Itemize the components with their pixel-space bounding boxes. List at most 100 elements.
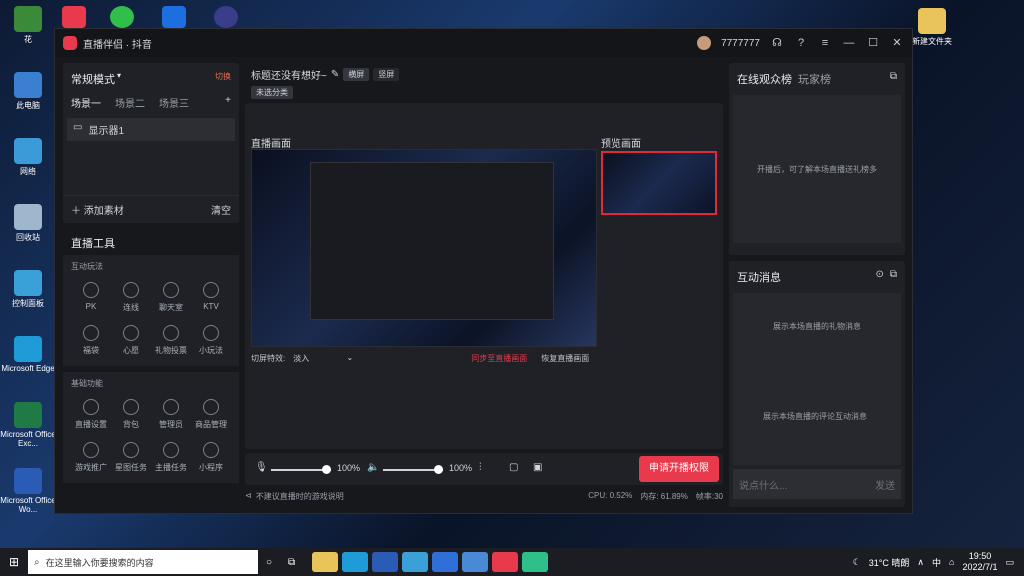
tool-label: 星图任务: [115, 463, 147, 472]
ime-indicator[interactable]: 中: [932, 556, 941, 569]
windows-start-icon[interactable]: ⊞: [0, 555, 28, 569]
game-notice[interactable]: 不建议直播时的游戏说明: [256, 491, 344, 502]
popout-icon[interactable]: ⧉: [890, 269, 897, 285]
tool-basic-3[interactable]: 商品管理: [191, 399, 231, 430]
task-view-icon[interactable]: ⧉: [288, 557, 310, 568]
microphone-icon[interactable]: 🎙: [255, 462, 268, 473]
desktop-icon[interactable]: 此电脑: [0, 72, 56, 111]
desktop-top-icon[interactable]: [214, 6, 238, 28]
desktop-app-icon: [14, 138, 42, 164]
tool-basic-2[interactable]: 管理员: [151, 399, 191, 430]
minimize-icon[interactable]: —: [842, 36, 856, 50]
portrait-toggle[interactable]: 竖屏: [373, 68, 400, 81]
source-item[interactable]: ▭ 显示器1: [67, 118, 235, 141]
desktop-app-icon: [14, 270, 42, 296]
popout-icon[interactable]: ⧉: [890, 71, 897, 87]
tray-chevron-icon[interactable]: ∧: [917, 557, 924, 568]
tool-basic-4[interactable]: 游戏推广: [71, 442, 111, 473]
add-scene-icon[interactable]: +: [225, 95, 231, 110]
restore-live-button[interactable]: 恢复直播画面: [541, 353, 589, 364]
clock-time[interactable]: 19:50: [962, 551, 997, 562]
tool-interactive-6[interactable]: 礼物投票: [151, 325, 191, 356]
edge-icon[interactable]: [342, 552, 368, 572]
network-icon[interactable]: ⌂: [949, 557, 954, 567]
desktop-top-icon[interactable]: [62, 6, 86, 28]
live-companion-taskbar-icon[interactable]: [492, 552, 518, 572]
live-canvas[interactable]: [251, 149, 597, 347]
taskbar-search[interactable]: ⌕ 在这里输入你要搜索的内容: [28, 550, 258, 574]
chat-input[interactable]: 说点什么...: [739, 477, 787, 492]
tab-online-audience[interactable]: 在线观众榜: [737, 71, 792, 87]
tool-basic-0[interactable]: 直播设置: [71, 399, 111, 430]
scene-tab[interactable]: 场景三: [159, 95, 189, 110]
title-input[interactable]: 标题还没有想好~: [251, 67, 327, 82]
wps-icon[interactable]: [432, 552, 458, 572]
desktop-icon[interactable]: Microsoft Edge: [0, 336, 56, 373]
tool-interactive-3[interactable]: KTV: [191, 282, 231, 313]
desktop-top-icon[interactable]: [110, 6, 134, 28]
mic-volume-knob[interactable]: [322, 465, 331, 474]
desktop-icon-label: 控制面板: [12, 299, 44, 308]
tool-icon: [203, 442, 219, 458]
tool-interactive-2[interactable]: 聊天室: [151, 282, 191, 313]
username[interactable]: 7777777: [721, 38, 760, 49]
transition-select[interactable]: 淡入 ⌄: [293, 353, 353, 364]
app-green-icon[interactable]: [522, 552, 548, 572]
desktop-icon[interactable]: 控制面板: [0, 270, 56, 309]
mode-switch-button[interactable]: 切换: [215, 71, 231, 87]
screen-record-icon[interactable]: ▣: [533, 462, 542, 473]
tool-interactive-1[interactable]: 连线: [111, 282, 151, 313]
notification-icon[interactable]: ▭: [1005, 557, 1014, 568]
desktop-icon-label: 网络: [20, 167, 36, 176]
file-explorer-icon[interactable]: [312, 552, 338, 572]
tool-interactive-0[interactable]: PK: [71, 282, 111, 313]
scene-tab[interactable]: 场景一: [71, 95, 101, 110]
live-canvas-label: 直播画面: [251, 139, 291, 150]
tool-basic-6[interactable]: 主播任务: [151, 442, 191, 473]
mixer-icon[interactable]: ⫶: [479, 462, 482, 473]
desktop-icon[interactable]: Microsoft Office Exc...: [0, 402, 56, 448]
tool-interactive-4[interactable]: 福袋: [71, 325, 111, 356]
scene-tab[interactable]: 场景二: [115, 95, 145, 110]
tab-players[interactable]: 玩家榜: [798, 71, 831, 87]
start-live-button[interactable]: 申请开播权限: [639, 456, 719, 482]
clock-date[interactable]: 2022/7/1: [962, 562, 997, 573]
help-icon[interactable]: ?: [794, 36, 808, 50]
desktop-icon[interactable]: 网络: [0, 138, 56, 177]
mic-volume-slider[interactable]: [271, 465, 331, 474]
browser-icon[interactable]: [402, 552, 428, 572]
menu-icon[interactable]: ≡: [818, 36, 832, 50]
speaker-volume-knob[interactable]: [434, 465, 443, 474]
desktop-icon[interactable]: 花: [0, 6, 56, 45]
category-tag[interactable]: 未选分类: [251, 86, 293, 99]
clear-button[interactable]: 清空: [211, 202, 231, 217]
maximize-icon[interactable]: ☐: [866, 36, 880, 50]
mail-icon[interactable]: [462, 552, 488, 572]
landscape-toggle[interactable]: 横屏: [343, 68, 370, 81]
sync-to-live-button[interactable]: 同步至直播画面: [471, 353, 527, 364]
avatar[interactable]: [697, 36, 712, 50]
close-icon[interactable]: ✕: [890, 36, 904, 50]
speaker-volume-slider[interactable]: [383, 465, 443, 474]
camera-icon[interactable]: ▢: [509, 462, 518, 473]
tool-interactive-5[interactable]: 心愿: [111, 325, 151, 356]
desktop-top-icon[interactable]: [162, 6, 186, 28]
send-button[interactable]: 发送: [875, 477, 895, 492]
desktop-icon[interactable]: 回收站: [0, 204, 56, 243]
mode-selector[interactable]: 常规模式: [71, 71, 115, 87]
cortana-icon[interactable]: ○: [266, 557, 288, 568]
settings-icon[interactable]: ⊙: [875, 269, 883, 285]
weather-text[interactable]: 31°C 晴朗: [869, 556, 910, 569]
tool-basic-1[interactable]: 背包: [111, 399, 151, 430]
tool-interactive-7[interactable]: 小玩法: [191, 325, 231, 356]
preview-canvas[interactable]: [601, 151, 717, 215]
desktop-icon[interactable]: Microsoft Office Wo...: [0, 468, 56, 514]
speaker-icon[interactable]: 🔈: [367, 462, 379, 473]
headset-icon[interactable]: ☊: [770, 36, 784, 50]
tool-basic-7[interactable]: 小程序: [191, 442, 231, 473]
tools-panel: 直播工具 互动玩法 PK 连线 聊天室 KTV 福袋 心愿 礼物投票 小玩法 基础功能 直播设…: [63, 229, 239, 507]
lenovo-icon[interactable]: [372, 552, 398, 572]
edit-icon[interactable]: ✎: [331, 69, 339, 80]
add-source-button[interactable]: ＋ 添加素材: [71, 202, 124, 217]
tool-basic-5[interactable]: 星图任务: [111, 442, 151, 473]
